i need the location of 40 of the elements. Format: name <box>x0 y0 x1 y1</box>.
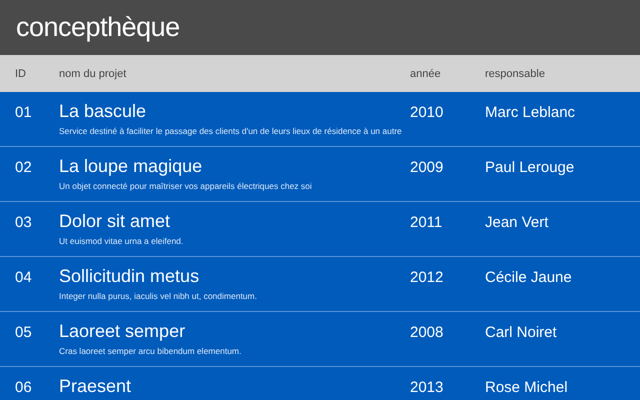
app-title: concepthèque <box>16 12 180 43</box>
id-cell-text: 05 <box>15 323 32 341</box>
project-name: La bascule <box>59 101 146 122</box>
id-cell-text: 04 <box>15 268 32 286</box>
id-cell-text: 06 <box>15 378 32 396</box>
project-name: Sollicitudin metus <box>59 266 200 287</box>
owner-cell-text: Jean Vert <box>485 213 548 231</box>
year-cell-text: 2008 <box>410 323 444 341</box>
table-row[interactable]: 04 Sollicitudin metus 2012 Cécile Jaune Integer nulla purus, iaculis vel nibh ut, condimentum. <box>0 257 640 312</box>
project-name: La loupe magique <box>59 156 202 177</box>
project-description: Integer nulla purus, iaculis vel nibh ut, condimentum. <box>59 290 257 302</box>
project-description: Un objet connecté pour maîtriser vos appareils électriques chez soi <box>59 180 312 192</box>
project-description: Cras laoreet semper arcu bibendum elementum. <box>59 345 242 357</box>
owner-cell-text: Rose Michel <box>485 378 568 396</box>
id-cell-text: 01 <box>15 103 32 121</box>
id-cell-text: 03 <box>15 213 32 231</box>
table-row[interactable]: 01 La bascule 2010 Marc Leblanc Service destiné à faciliter le passage des clients d'un de leurs lieux de résidence à un autre <box>0 92 640 147</box>
year-cell-text: 2010 <box>410 103 444 121</box>
column-header: ID <box>15 68 27 80</box>
table-row[interactable]: 03 Dolor sit amet 2011 Jean Vert Ut euismod vitae urna a eleifend. <box>0 202 640 257</box>
column-header: responsable <box>485 68 546 80</box>
owner-cell-text: Paul Lerouge <box>485 158 574 176</box>
year-cell-text: 2012 <box>410 268 444 286</box>
project-name: Dolor sit amet <box>59 211 170 232</box>
table-row[interactable]: 06 Praesent 2013 Rose Michel <box>0 367 640 400</box>
id-cell-text: 02 <box>15 158 32 176</box>
table-row[interactable]: 05 Laoreet semper 2008 Carl Noiret Cras laoreet semper arcu bibendum elementum. <box>0 312 640 367</box>
project-name: Praesent <box>59 376 132 397</box>
column-header: nom du projet <box>59 68 128 80</box>
year-cell-text: 2009 <box>410 158 444 176</box>
year-cell-text: 2013 <box>410 378 444 396</box>
owner-cell-text: Cécile Jaune <box>485 268 572 286</box>
owner-cell-text: Carl Noiret <box>485 323 557 341</box>
column-header: année <box>410 68 442 80</box>
project-description: Ut euismod vitae urna a eleifend. <box>59 235 184 247</box>
project-description: Service destiné à faciliter le passage des clients d'un de leurs lieux de résidence à un autre <box>59 125 402 137</box>
table-row[interactable]: 02 La loupe magique 2009 Paul Lerouge Un objet connecté pour maîtriser vos appareils électriques chez soi <box>0 147 640 202</box>
project-name: Laoreet semper <box>59 321 186 342</box>
owner-cell-text: Marc Leblanc <box>485 103 576 121</box>
year-cell-text: 2011 <box>410 213 442 231</box>
